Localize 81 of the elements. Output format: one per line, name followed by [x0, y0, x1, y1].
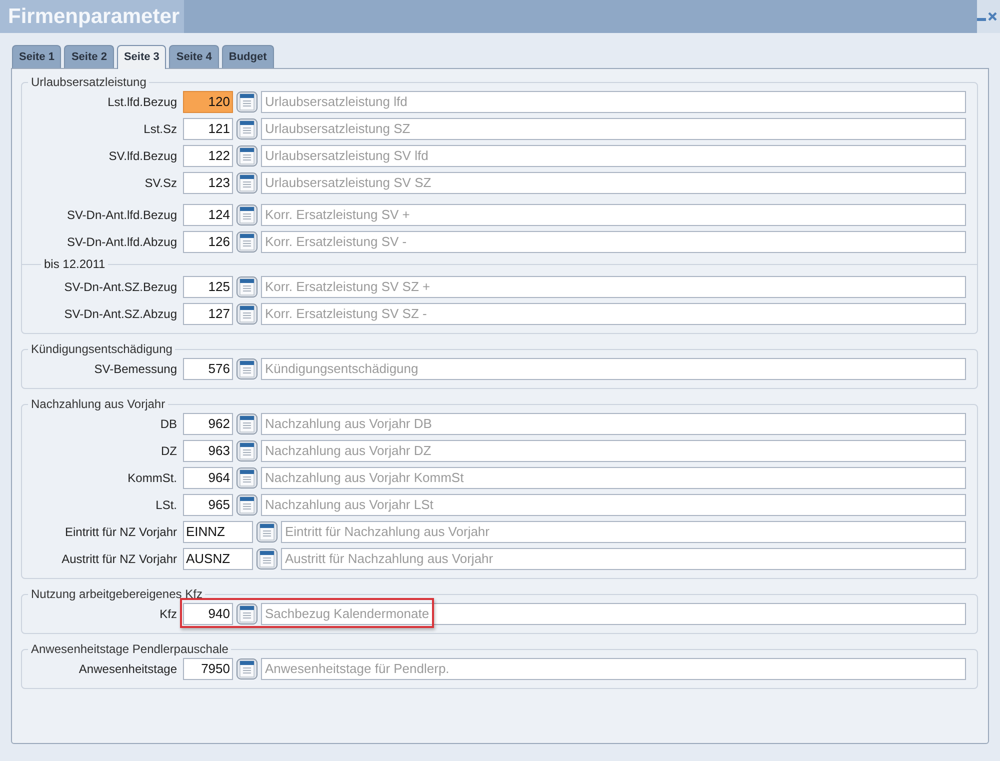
calendar-icon[interactable] [236, 603, 258, 625]
description-field[interactable]: Urlaubsersatzleistung SZ [261, 118, 966, 140]
code-field[interactable]: 122 [183, 145, 233, 167]
calendar-icon[interactable] [236, 276, 258, 298]
code-field[interactable]: 576 [183, 358, 233, 380]
code-field[interactable]: 121 [183, 118, 233, 140]
field-label: Anwesenheitstage [78, 662, 178, 676]
description-field[interactable]: Kündigungsentschädigung [261, 358, 966, 380]
field-label: Eintritt für NZ Vorjahr [64, 525, 178, 539]
description-field[interactable]: Anwesenheitstage für Pendlerp. [261, 658, 966, 680]
subsection-label: bis 12.2011 [43, 257, 106, 271]
tab[interactable]: Seite 2 [64, 45, 114, 68]
field-label: SV-Dn-Ant.SZ.Bezug [63, 280, 178, 294]
code-field[interactable]: 125 [183, 276, 233, 298]
code-field[interactable]: 127 [183, 303, 233, 325]
calendar-icon[interactable] [236, 440, 258, 462]
description-field[interactable]: Urlaubsersatzleistung lfd [261, 91, 966, 113]
field-label: SV-Dn-Ant.SZ.Abzug [63, 307, 178, 321]
field-label: SV.Sz [144, 176, 178, 190]
code-field[interactable]: 963 [183, 440, 233, 462]
description-field[interactable]: Austritt für Nachzahlung aus Vorjahr [281, 548, 966, 570]
tab[interactable]: Seite 3 [116, 45, 166, 69]
calendar-icon[interactable] [236, 358, 258, 380]
calendar-icon[interactable] [236, 231, 258, 253]
description-field[interactable]: Korr. Ersatzleistung SV SZ - [261, 303, 966, 325]
calendar-icon[interactable] [236, 204, 258, 226]
field-label: KommSt. [126, 471, 178, 485]
code-field[interactable]: 964 [183, 467, 233, 489]
code-field[interactable]: 965 [183, 494, 233, 516]
calendar-icon[interactable] [236, 118, 258, 140]
description-field[interactable]: Korr. Ersatzleistung SV - [261, 231, 966, 253]
field-label: LSt. [154, 498, 178, 512]
tab[interactable]: Seite 1 [12, 45, 62, 68]
description-field[interactable]: Nachzahlung aus Vorjahr KommSt [261, 467, 966, 489]
section-legend: Anwesenheitstage Pendlerpauschale [28, 642, 232, 656]
code-field[interactable]: 124 [183, 204, 233, 226]
description-field[interactable]: Sachbezug Kalendermonate [261, 603, 966, 625]
field-label: DB [159, 417, 178, 431]
code-field[interactable]: 940 [183, 603, 233, 625]
description-field[interactable]: Korr. Ersatzleistung SV SZ + [261, 276, 966, 298]
field-label: SV-Dn-Ant.lfd.Bezug [66, 208, 178, 222]
code-field[interactable]: EINNZ [183, 521, 253, 543]
calendar-icon[interactable] [236, 658, 258, 680]
field-label: Lst.lfd.Bezug [106, 95, 178, 109]
section-legend: Urlaubsersatzleistung [28, 75, 150, 89]
tab[interactable]: Seite 4 [169, 45, 219, 68]
field-label: Austritt für NZ Vorjahr [60, 552, 178, 566]
description-field[interactable]: Korr. Ersatzleistung SV + [261, 204, 966, 226]
section-legend: Nachzahlung aus Vorjahr [28, 397, 168, 411]
close-icon[interactable] [988, 12, 997, 21]
description-field[interactable]: Nachzahlung aus Vorjahr LSt [261, 494, 966, 516]
description-field[interactable]: Nachzahlung aus Vorjahr DB [261, 413, 966, 435]
section-legend: Kündigungsentschädigung [28, 342, 176, 356]
code-field[interactable]: 7950 [183, 658, 233, 680]
description-field[interactable]: Urlaubsersatzleistung SV lfd [261, 145, 966, 167]
calendar-icon[interactable] [236, 145, 258, 167]
section-legend: Nutzung arbeitgebereigenes Kfz [28, 587, 206, 601]
code-field[interactable]: 123 [183, 172, 233, 194]
calendar-icon[interactable] [236, 467, 258, 489]
field-label: DZ [160, 444, 178, 458]
field-label: SV.lfd.Bezug [108, 149, 178, 163]
calendar-icon[interactable] [236, 413, 258, 435]
code-field[interactable]: 126 [183, 231, 233, 253]
calendar-icon[interactable] [236, 172, 258, 194]
code-field[interactable]: AUSNZ [183, 548, 253, 570]
calendar-icon[interactable] [236, 494, 258, 516]
field-label: SV-Bemessung [93, 362, 178, 376]
calendar-icon[interactable] [236, 303, 258, 325]
field-label: Lst.Sz [142, 122, 178, 136]
description-field[interactable]: Nachzahlung aus Vorjahr DZ [261, 440, 966, 462]
calendar-icon[interactable] [256, 548, 278, 570]
tab[interactable]: Budget [222, 45, 274, 68]
description-field[interactable]: Urlaubsersatzleistung SV SZ [261, 172, 966, 194]
field-label: Kfz [158, 607, 178, 621]
calendar-icon[interactable] [256, 521, 278, 543]
window-title: Firmenparameter [0, 0, 184, 33]
description-field[interactable]: Eintritt für Nachzahlung aus Vorjahr [281, 521, 966, 543]
code-field[interactable]: 120 [183, 91, 233, 113]
calendar-icon[interactable] [236, 91, 258, 113]
field-label: SV-Dn-Ant.lfd.Abzug [66, 235, 178, 249]
code-field[interactable]: 962 [183, 413, 233, 435]
